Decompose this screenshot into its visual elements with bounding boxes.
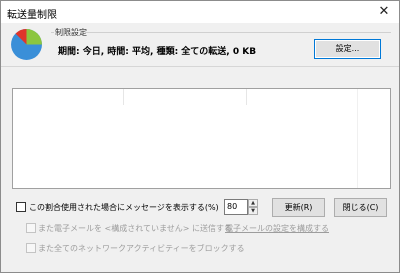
usage-graph xyxy=(12,88,391,189)
block-network-label: また全てのネットワークアクティビティーをブロックする xyxy=(38,244,245,253)
graph-divider xyxy=(246,89,247,105)
show-message-label[interactable]: この割合使用された場合にメッセージを表示する(%) xyxy=(29,202,219,213)
graph-divider xyxy=(357,89,358,188)
title-bar: 転送量制限 ✕ xyxy=(1,1,399,23)
block-network-checkbox[interactable] xyxy=(26,243,36,253)
pie-green-slice xyxy=(26,29,42,45)
settings-button[interactable]: 設定... xyxy=(314,39,381,59)
email-label: また電子メールを <構成されていません> に送信する xyxy=(38,224,233,233)
percent-input[interactable]: 80 xyxy=(224,199,248,215)
refresh-button[interactable]: 更新(R) xyxy=(272,198,325,217)
window-title: 転送量制限 xyxy=(7,10,57,21)
limit-settings-group-label: 制限設定 xyxy=(55,28,87,37)
limit-settings-summary: 期間: 今日, 時間: 平均, 種類: 全ての転送, 0 KB xyxy=(58,47,257,57)
group-border-top xyxy=(85,32,391,33)
transfer-limit-window: 転送量制限 ✕ 制限設定 期間: 今日, 時間: 平均, 種類: 全ての転送, … xyxy=(0,0,400,273)
pie-chart-icon xyxy=(11,29,42,60)
configure-email-link[interactable]: 電子メールの設定を構成する xyxy=(225,223,329,234)
close-button[interactable]: 閉じる(C) xyxy=(334,198,387,217)
show-message-checkbox[interactable] xyxy=(16,202,26,212)
group-border-left xyxy=(51,32,54,33)
close-icon[interactable]: ✕ xyxy=(369,1,399,23)
email-checkbox[interactable] xyxy=(26,223,36,233)
spin-down-icon[interactable]: ▼ xyxy=(248,207,258,215)
spin-up-icon[interactable]: ▲ xyxy=(248,199,258,207)
graph-divider xyxy=(123,89,124,105)
